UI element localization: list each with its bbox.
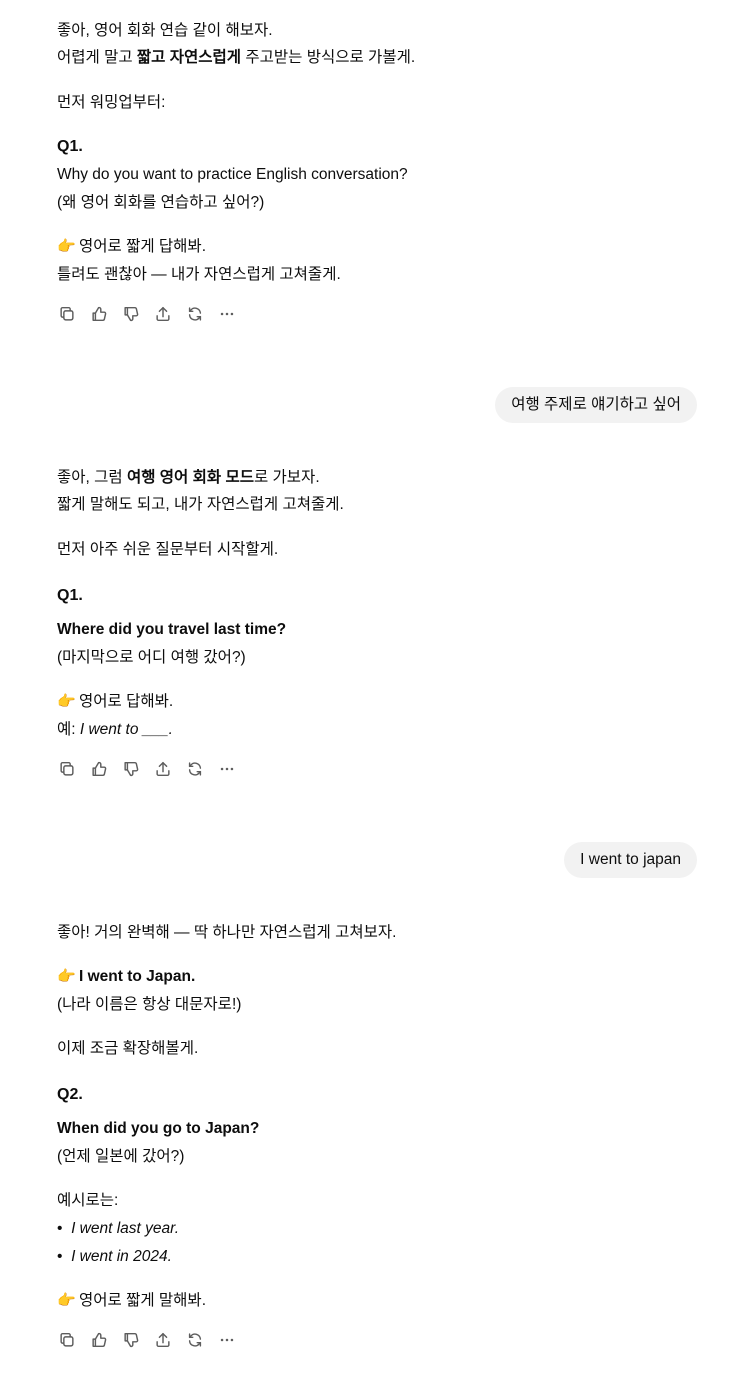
regenerate-icon: [188, 1333, 202, 1347]
bold-text: 여행 영어 회화 모드: [126, 469, 254, 486]
assistant-message-3-line3: 이제 조금 확장해볼게.: [57, 1040, 199, 1057]
text-segment: 좋아, 그럼: [57, 469, 127, 486]
assistant-message-1-line1: 좋아, 영어 회화 연습 같이 해보자.: [57, 22, 273, 39]
assistant-message-1-line2: 어렵게 말고 짧고 자연스럽게 주고받는 방식으로 가볼게.: [57, 47, 415, 69]
list-item: • I went in 2024.: [57, 1246, 172, 1268]
more-icon: [220, 1338, 234, 1342]
regenerate-button[interactable]: [185, 304, 205, 324]
bullet: •: [57, 1248, 63, 1265]
pointing-hand-icon: 👉: [57, 238, 76, 255]
pointing-hand-icon: 👉: [57, 968, 76, 985]
good-response-button[interactable]: [89, 759, 109, 779]
pointing-hand-icon: 👉: [57, 693, 76, 710]
text-segment: 어렵게 말고: [57, 49, 137, 66]
question-label: Q1.: [57, 587, 83, 604]
user-message-bubble: I went to japan: [564, 842, 697, 878]
question-label: Q1.: [57, 138, 83, 155]
correction-line: 👉 I went to Japan.: [57, 966, 195, 988]
text-segment: 예:: [57, 721, 80, 738]
thumbs-up-icon: [92, 1332, 107, 1348]
message-actions-2: [57, 759, 237, 779]
bad-response-button[interactable]: [121, 1330, 141, 1350]
user-message-bubble: 여행 주제로 얘기하고 싶어: [495, 387, 697, 423]
pointing-hand-icon: 👉: [57, 1292, 76, 1309]
more-options-button[interactable]: [217, 759, 237, 779]
assistant-message-1-line3: 먼저 워밍업부터:: [57, 94, 166, 111]
italic-text: I went to ___.: [79, 721, 173, 738]
share-icon: [156, 1332, 170, 1348]
correction-text: I went to Japan.: [79, 968, 196, 985]
text-segment: 주고받는 방식으로 가볼게.: [241, 49, 416, 66]
more-icon: [220, 312, 234, 316]
thumbs-up-icon: [92, 306, 107, 322]
bold-text: 짧고 자연스럽게: [136, 49, 242, 66]
hint-text: 영어로 짧게 답해봐.: [79, 238, 206, 255]
example-text: I went in 2024.: [71, 1248, 172, 1265]
assistant-message-3-line1: 좋아! 거의 완벽해 — 딱 하나만 자연스럽게 고쳐보자.: [57, 924, 397, 941]
thumbs-down-icon: [124, 761, 139, 777]
copy-button[interactable]: [57, 304, 77, 324]
thumbs-down-icon: [124, 1332, 139, 1348]
bad-response-button[interactable]: [121, 304, 141, 324]
good-response-button[interactable]: [89, 304, 109, 324]
example-text: I went last year.: [71, 1220, 180, 1237]
question-translation: (마지막으로 어디 여행 갔어?): [57, 649, 246, 666]
regenerate-icon: [188, 762, 202, 776]
copy-icon: [60, 306, 74, 321]
copy-icon: [60, 1332, 74, 1347]
thumbs-down-icon: [124, 306, 139, 322]
assistant-message-2-line3: 먼저 아주 쉬운 질문부터 시작할게.: [57, 541, 279, 558]
question-text: When did you go to Japan?: [57, 1120, 260, 1137]
hint-line: 👉 영어로 답해봐.: [57, 691, 173, 713]
share-button[interactable]: [153, 1330, 173, 1350]
hint-line-2: 틀려도 괜찮아 — 내가 자연스럽게 고쳐줄게.: [57, 266, 341, 283]
message-actions-3: [57, 1330, 237, 1350]
assistant-message-2-line2: 짧게 말해도 되고, 내가 자연스럽게 고쳐줄게.: [57, 496, 344, 513]
share-icon: [156, 761, 170, 777]
text-segment: 로 가보자.: [253, 469, 320, 486]
assistant-message-2-line1: 좋아, 그럼 여행 영어 회화 모드로 가보자.: [57, 467, 320, 489]
good-response-button[interactable]: [89, 1330, 109, 1350]
copy-button[interactable]: [57, 1330, 77, 1350]
hint-line: 👉 영어로 짧게 답해봐.: [57, 236, 206, 258]
bullet: •: [57, 1220, 63, 1237]
share-button[interactable]: [153, 304, 173, 324]
question-label: Q2.: [57, 1086, 83, 1103]
copy-icon: [60, 761, 74, 776]
question-translation: (언제 일본에 갔어?): [57, 1148, 185, 1165]
regenerate-button[interactable]: [185, 1330, 205, 1350]
list-item: • I went last year.: [57, 1218, 179, 1240]
question-text: Where did you travel last time?: [57, 621, 287, 638]
more-options-button[interactable]: [217, 304, 237, 324]
message-actions-1: [57, 304, 237, 324]
correction-note: (나라 이름은 항상 대문자로!): [57, 996, 242, 1013]
share-icon: [156, 306, 170, 322]
hint-line: 👉 영어로 짧게 말해봐.: [57, 1290, 206, 1312]
question-text: Why do you want to practice English conv…: [57, 166, 408, 183]
hint-example: 예: I went to ___.: [57, 719, 173, 741]
regenerate-icon: [188, 307, 202, 321]
more-options-button[interactable]: [217, 1330, 237, 1350]
thumbs-up-icon: [92, 761, 107, 777]
question-translation: (왜 영어 회화를 연습하고 싶어?): [57, 194, 265, 211]
bad-response-button[interactable]: [121, 759, 141, 779]
hint-text: 영어로 짧게 말해봐.: [79, 1292, 206, 1309]
examples-label: 예시로는:: [57, 1192, 119, 1209]
regenerate-button[interactable]: [185, 759, 205, 779]
hint-text: 영어로 답해봐.: [79, 693, 174, 710]
share-button[interactable]: [153, 759, 173, 779]
more-icon: [220, 767, 234, 771]
copy-button[interactable]: [57, 759, 77, 779]
